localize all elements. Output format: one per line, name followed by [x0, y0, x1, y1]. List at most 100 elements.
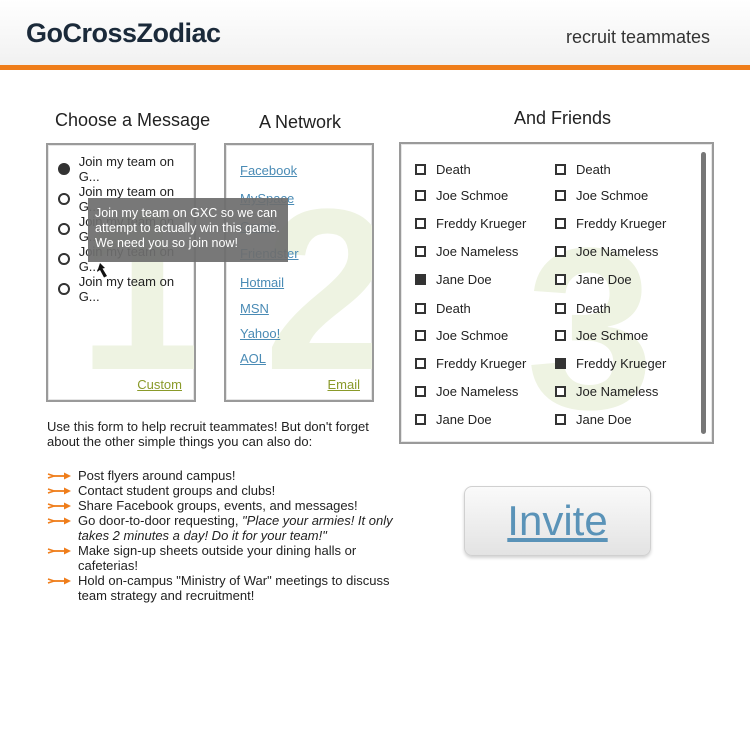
- tip-item: Contact student groups and clubs!: [47, 483, 407, 498]
- network-link[interactable]: Facebook: [240, 163, 297, 178]
- friend-checkbox[interactable]: [555, 329, 566, 341]
- friend-option[interactable]: Death: [555, 298, 611, 318]
- tip-text: Go door-to-door requesting,: [78, 513, 243, 528]
- tip-item: Make sign-up sheets outside your dining …: [47, 543, 407, 573]
- friend-name: Joe Nameless: [576, 383, 659, 399]
- network-link[interactable]: Yahoo!: [240, 326, 280, 341]
- friend-name: Freddy Krueger: [436, 215, 527, 231]
- friend-checkbox[interactable]: [555, 273, 566, 285]
- friend-checkbox[interactable]: [415, 189, 426, 201]
- friend-checkbox[interactable]: [415, 413, 426, 425]
- friend-checkbox[interactable]: [415, 245, 426, 257]
- tip-text: Contact student groups and clubs!: [78, 483, 276, 498]
- orange-arrow-icon: [47, 517, 71, 525]
- recruit-info-text: Use this form to help recruit teammates!…: [47, 419, 369, 449]
- message-option[interactable]: Join my team on G...: [58, 154, 194, 184]
- custom-link[interactable]: Custom: [137, 377, 182, 392]
- mouse-cursor-icon: [97, 263, 107, 278]
- radio-button[interactable]: [58, 223, 70, 235]
- friend-option[interactable]: Jane Doe: [555, 409, 632, 429]
- tip-text: Share Facebook groups, events, and messa…: [78, 498, 358, 513]
- friend-option[interactable]: Freddy Krueger: [415, 353, 526, 373]
- friend-name: Joe Schmoe: [436, 187, 509, 203]
- friend-option[interactable]: Freddy Krueger: [555, 353, 666, 373]
- network-link[interactable]: AOL: [240, 351, 266, 366]
- friend-name: Jane Doe: [576, 411, 632, 427]
- friend-option[interactable]: Joe Nameless: [555, 241, 658, 261]
- tip-text: Make sign-up sheets outside your dining …: [78, 543, 357, 573]
- friend-option[interactable]: Jane Doe: [415, 409, 492, 429]
- friend-checkbox[interactable]: [555, 245, 566, 257]
- message-tooltip: Join my team on GXC so we can attempt to…: [88, 198, 288, 262]
- friend-checkbox[interactable]: [415, 329, 426, 341]
- radio-button[interactable]: [58, 163, 70, 175]
- network-title: A Network: [259, 112, 342, 132]
- tip-text: Post flyers around campus!: [78, 468, 236, 483]
- choose-message-title: Choose a Message: [55, 110, 211, 130]
- friend-checkbox[interactable]: [555, 189, 566, 201]
- friend-option[interactable]: Death: [555, 159, 611, 179]
- friend-checkbox[interactable]: [555, 217, 566, 229]
- friend-option[interactable]: Joe Nameless: [415, 241, 518, 261]
- friend-name: Freddy Krueger: [436, 355, 527, 371]
- friend-option[interactable]: Joe Nameless: [415, 381, 518, 401]
- friend-checkbox[interactable]: [415, 273, 426, 285]
- invite-button[interactable]: Invite: [464, 486, 651, 556]
- friend-checkbox[interactable]: [415, 357, 426, 369]
- friend-checkbox[interactable]: [555, 413, 566, 425]
- friend-checkbox[interactable]: [555, 302, 566, 314]
- friends-scrollbar[interactable]: [701, 152, 706, 434]
- friend-name: Jane Doe: [436, 271, 492, 287]
- friend-checkbox[interactable]: [415, 302, 426, 314]
- friend-option[interactable]: Joe Schmoe: [555, 185, 648, 205]
- friend-option[interactable]: Joe Schmoe: [415, 185, 508, 205]
- friend-name: Death: [576, 300, 611, 316]
- friend-name: Freddy Krueger: [576, 355, 667, 371]
- radio-button[interactable]: [58, 253, 70, 265]
- friend-option[interactable]: Freddy Krueger: [415, 213, 526, 233]
- friend-option[interactable]: Joe Schmoe: [415, 325, 508, 345]
- friends-title: And Friends: [514, 108, 612, 128]
- recruit-teammates-link[interactable]: recruit teammates: [566, 27, 710, 48]
- friend-name: Death: [436, 161, 471, 177]
- message-option[interactable]: Join my team on G...: [58, 274, 194, 304]
- friend-option[interactable]: Death: [415, 159, 471, 179]
- site-header: GoCrossZodiac recruit teammates: [0, 0, 750, 70]
- friend-option[interactable]: Death: [415, 298, 471, 318]
- friend-name: Freddy Krueger: [576, 215, 667, 231]
- network-link[interactable]: Hotmail: [240, 275, 284, 290]
- orange-arrow-icon: [47, 577, 71, 585]
- friend-checkbox[interactable]: [415, 217, 426, 229]
- friend-option[interactable]: Freddy Krueger: [555, 213, 666, 233]
- friend-name: Jane Doe: [576, 271, 632, 287]
- friend-name: Death: [436, 300, 471, 316]
- friend-name: Joe Nameless: [576, 243, 659, 259]
- friend-name: Joe Schmoe: [576, 187, 649, 203]
- orange-arrow-icon: [47, 487, 71, 495]
- friend-checkbox[interactable]: [415, 385, 426, 397]
- friend-name: Joe Nameless: [436, 243, 519, 259]
- network-panel: 2 FacebookMySpaceGmailFriendsterHotmailM…: [224, 143, 374, 402]
- friend-option[interactable]: Jane Doe: [555, 269, 632, 289]
- friend-checkbox[interactable]: [555, 385, 566, 397]
- network-link[interactable]: MSN: [240, 301, 269, 316]
- friend-checkbox[interactable]: [555, 357, 566, 369]
- friend-name: Joe Schmoe: [436, 327, 509, 343]
- radio-button[interactable]: [58, 193, 70, 205]
- tip-item: Go door-to-door requesting, "Place your …: [47, 513, 407, 543]
- radio-button[interactable]: [58, 283, 70, 295]
- friend-name: Joe Nameless: [436, 383, 519, 399]
- friend-option[interactable]: Joe Schmoe: [555, 325, 648, 345]
- tip-item: Hold on-campus "Ministry of War" meeting…: [47, 573, 407, 603]
- friends-panel: 3 Death Joe Schmoe Freddy Krueger Joe Namel…: [399, 142, 714, 444]
- email-link[interactable]: Email: [327, 377, 360, 392]
- friend-name: Joe Schmoe: [576, 327, 649, 343]
- brand-logo[interactable]: GoCrossZodiac: [26, 18, 221, 49]
- friend-checkbox[interactable]: [415, 163, 426, 175]
- friend-option[interactable]: Jane Doe: [415, 269, 492, 289]
- tip-item: Share Facebook groups, events, and messa…: [47, 498, 407, 513]
- friend-checkbox[interactable]: [555, 163, 566, 175]
- orange-arrow-icon: [47, 472, 71, 480]
- message-panel: 1 Join my team on G... Join my team on G.…: [46, 143, 196, 402]
- friend-option[interactable]: Joe Nameless: [555, 381, 658, 401]
